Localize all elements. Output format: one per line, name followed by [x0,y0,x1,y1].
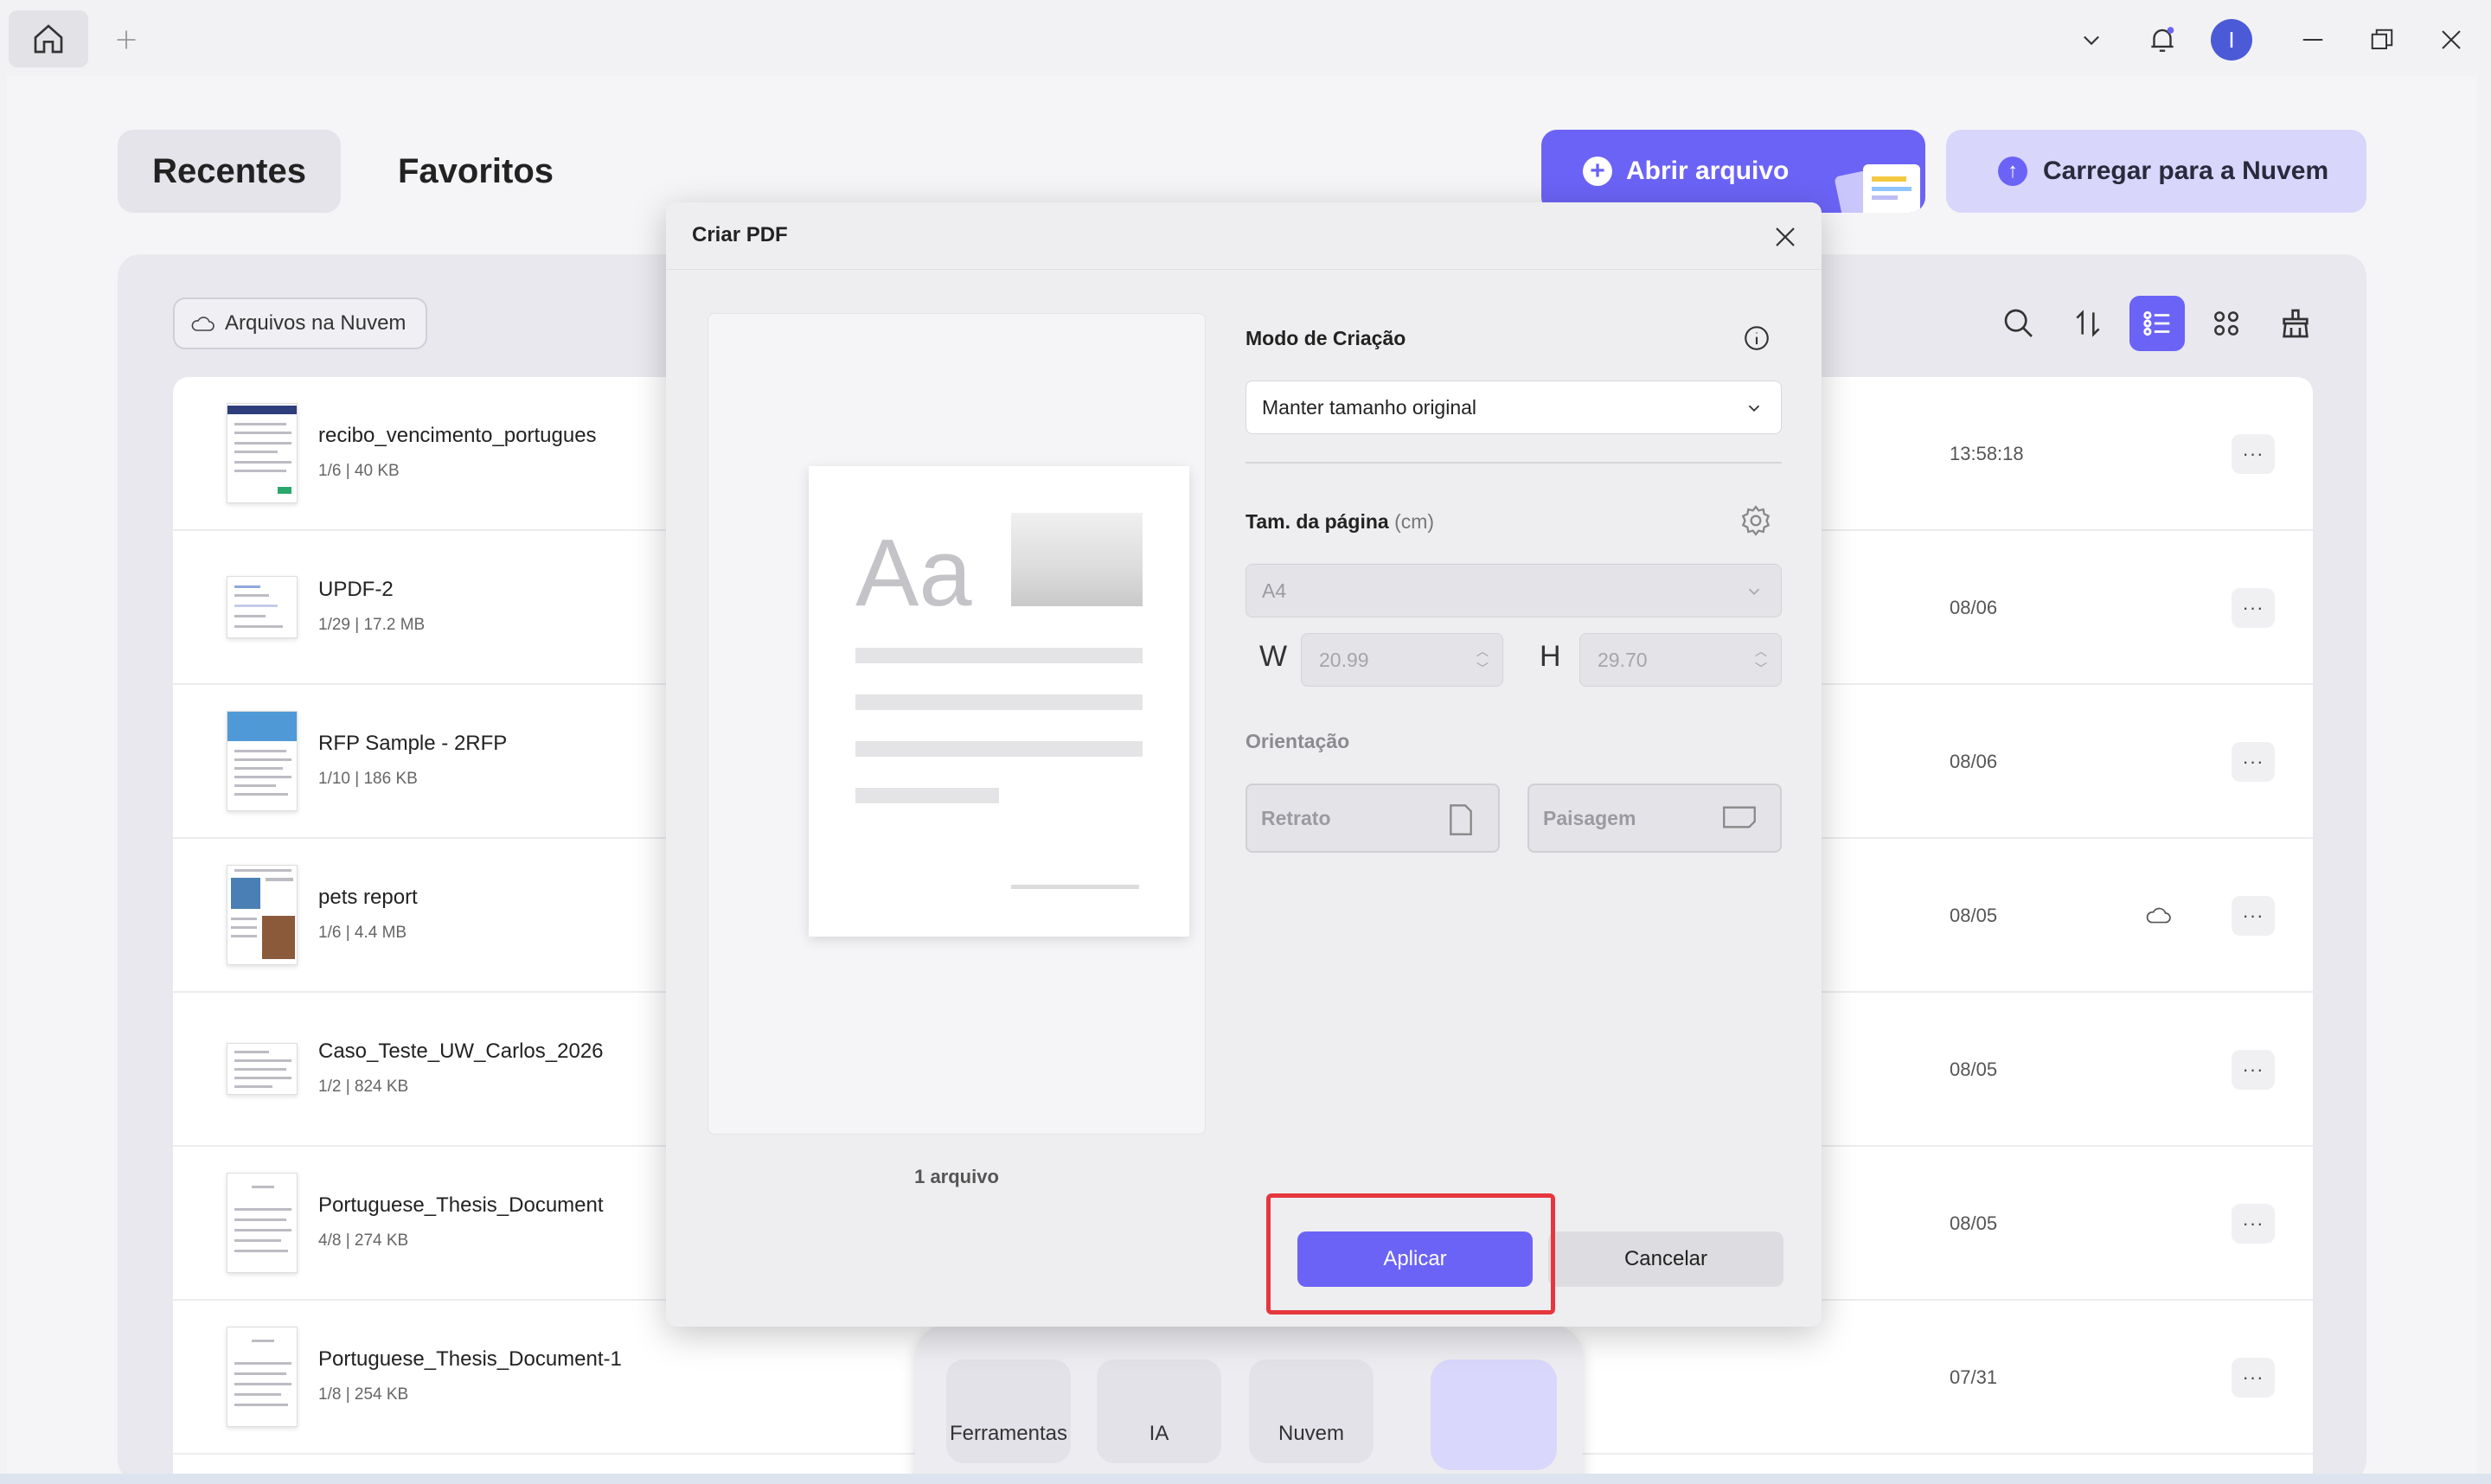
chevron-down-icon [1748,405,1760,413]
close-icon [1776,227,1795,246]
page-size-select[interactable]: A4 [1246,564,1782,617]
dialog-title: Criar PDF [692,223,788,246]
width-input[interactable]: 20.99 ︿ ﹀ [1301,633,1503,687]
preview-text-sample: Aa [855,520,972,626]
info-icon[interactable] [1742,323,1771,353]
creation-mode-select[interactable]: Manter tamanho original [1246,381,1782,434]
pdf-preview: Aa [708,313,1206,1135]
page-size-value: A4 [1262,579,1287,602]
create-pdf-dialog: Criar PDF Aa 1 arquivo Modo de Criação M… [666,202,1822,1327]
dialog-header: Criar PDF [666,202,1822,270]
height-letter: H [1540,640,1561,673]
file-count: 1 arquivo [914,1166,999,1187]
dialog-close-button[interactable] [1766,218,1804,256]
height-input[interactable]: 29.70 ︿ ﹀ [1579,633,1782,687]
landscape-option[interactable]: Paisagem [1527,784,1782,853]
divider [1246,462,1782,464]
stepper-arrows-icon[interactable]: ︿ ﹀ [1755,643,1767,677]
preview-image-placeholder [1011,513,1143,606]
width-value: 20.99 [1319,648,1369,671]
preview-text-line [855,694,1143,710]
preview-text-line [855,788,999,803]
gear-icon[interactable] [1739,503,1773,538]
height-value: 29.70 [1598,648,1648,671]
preview-text-line [855,648,1143,663]
creation-mode-label: Modo de Criação [1246,327,1406,349]
orientation-label: Orientação [1246,730,1350,752]
page-size-unit: (cm) [1394,510,1435,533]
page-size-label-text: Tam. da página [1246,510,1389,533]
preview-page: Aa [809,466,1189,937]
landscape-label: Paisagem [1543,806,1636,829]
modal-overlay: Criar PDF Aa 1 arquivo Modo de Criação M… [0,0,2491,1484]
page-size-label: Tam. da página (cm) [1246,510,1434,534]
cancel-button[interactable]: Cancelar [1548,1231,1783,1287]
chevron-down-icon [1748,588,1760,596]
portrait-option[interactable]: Retrato [1246,784,1500,853]
stepper-arrows-icon[interactable]: ︿ ﹀ [1476,643,1489,677]
highlight-box [1266,1193,1555,1314]
portrait-page-icon [1450,804,1472,835]
landscape-page-icon [1723,806,1756,828]
creation-mode-value: Manter tamanho original [1262,395,1477,419]
preview-footer-line [1011,885,1139,889]
preview-text-line [855,741,1143,757]
width-letter: W [1259,640,1288,673]
taskbar-edge [0,1474,2491,1484]
portrait-label: Retrato [1261,806,1331,829]
